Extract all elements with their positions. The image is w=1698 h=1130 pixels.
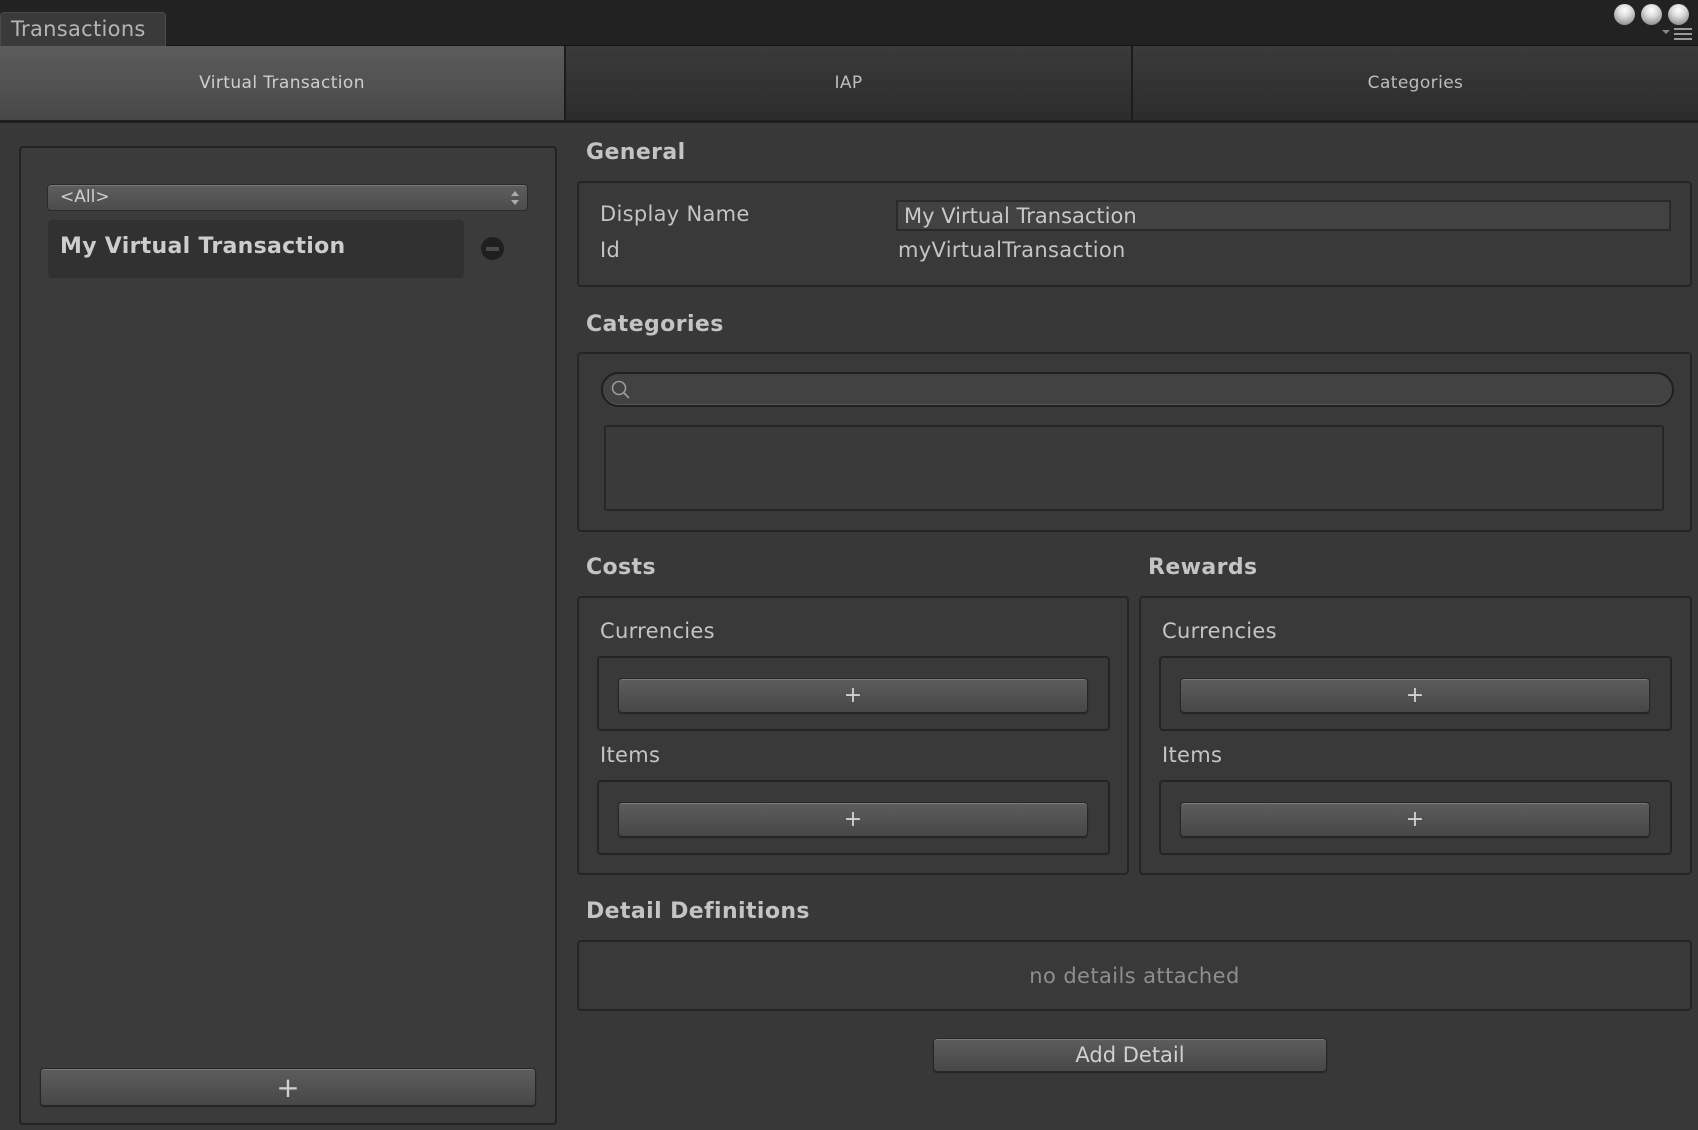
tab-label: IAP [834,73,863,93]
tab-label: Categories [1367,73,1464,93]
window-titlebar [0,0,1698,46]
plus-icon: + [1405,807,1425,832]
list-item-label: My Virtual Transaction [60,234,346,259]
tab-virtual-transaction[interactable]: Virtual Transaction [0,46,566,120]
general-heading: General [586,140,686,165]
id-value: myVirtualTransaction [898,238,1126,262]
rewards-items-label: Items [1162,743,1223,767]
detail-definitions-section: no details attached [577,940,1692,1011]
add-reward-currency-button[interactable]: + [1180,678,1650,713]
list-item[interactable]: My Virtual Transaction [48,220,464,278]
window-tab-transactions[interactable]: Transactions [0,12,166,46]
tab-iap[interactable]: IAP [566,46,1133,120]
plus-icon: + [843,807,863,832]
tab-label: Virtual Transaction [199,73,365,93]
context-menu-icon[interactable] [1662,28,1694,40]
display-name-field[interactable] [896,200,1671,231]
category-search-input[interactable] [601,372,1674,407]
add-cost-currency-button[interactable]: + [618,678,1088,713]
plus-icon: + [843,683,863,708]
general-section [577,181,1692,287]
tab-categories[interactable]: Categories [1133,46,1698,120]
add-cost-item-button[interactable]: + [618,802,1088,837]
costs-heading: Costs [586,555,656,580]
rewards-heading: Rewards [1148,555,1258,580]
window-dot-icon[interactable] [1614,4,1635,25]
costs-currencies-label: Currencies [600,619,715,643]
tab-bar: Virtual Transaction IAP Categories [0,46,1698,123]
categories-heading: Categories [586,312,724,337]
display-name-label: Display Name [600,202,750,226]
empty-details-message: no details attached [1029,963,1240,988]
add-transaction-button[interactable]: + [40,1068,536,1106]
filter-selected-value: <All> [60,187,110,207]
window-dot-icon[interactable] [1668,4,1689,25]
add-detail-label: Add Detail [1075,1043,1185,1067]
dropdown-arrows-icon [511,191,519,205]
plus-icon: + [276,1070,300,1104]
window-dot-icon[interactable] [1641,4,1662,25]
transaction-list-panel [19,146,557,1125]
category-filter-dropdown[interactable]: <All> [47,184,528,211]
category-list [604,425,1664,511]
plus-icon: + [1405,683,1425,708]
detail-definitions-heading: Detail Definitions [586,899,810,924]
search-icon [611,380,630,399]
costs-items-label: Items [600,743,661,767]
remove-circle-icon[interactable] [481,237,504,260]
id-label: Id [600,238,621,262]
add-detail-button[interactable]: Add Detail [933,1038,1327,1072]
rewards-currencies-label: Currencies [1162,619,1277,643]
add-reward-item-button[interactable]: + [1180,802,1650,837]
